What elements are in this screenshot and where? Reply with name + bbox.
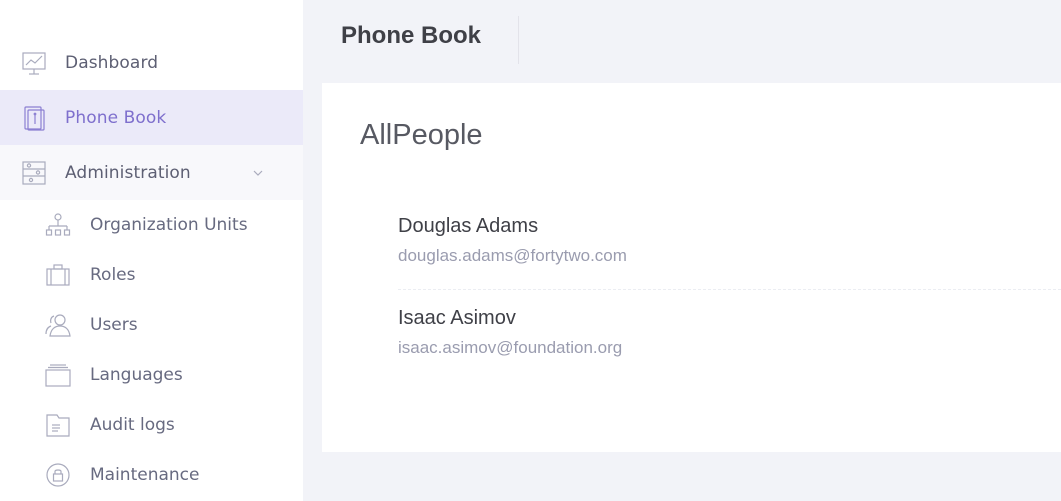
sliders-icon xyxy=(20,159,48,187)
header-divider xyxy=(518,16,519,64)
lock-cycle-icon xyxy=(45,462,71,488)
layers-icon xyxy=(45,362,71,388)
people-card: AllPeople Douglas Adams douglas.adams@fo… xyxy=(322,83,1061,452)
sidebar-item-label: Administration xyxy=(65,162,191,183)
document-icon xyxy=(45,412,71,438)
sidebar-item-maintenance[interactable]: Maintenance xyxy=(0,450,303,500)
briefcase-icon xyxy=(45,262,71,288)
org-tree-icon xyxy=(45,212,71,238)
sidebar-subitem-label: Users xyxy=(90,315,138,335)
sidebar-item-users[interactable]: Users xyxy=(0,300,303,350)
sidebar-subitem-label: Audit logs xyxy=(90,415,175,435)
sidebar-subitem-label: Organization Units xyxy=(90,215,248,235)
person-name: Douglas Adams xyxy=(398,215,539,237)
sidebar-item-organization-units[interactable]: Organization Units xyxy=(0,200,303,250)
sidebar-item-audit-logs[interactable]: Audit logs xyxy=(0,400,303,450)
sidebar-item-languages[interactable]: Languages xyxy=(0,350,303,400)
person-email: isaac.asimov@foundation.org xyxy=(398,338,623,357)
sidebar-subitem-label: Roles xyxy=(90,265,136,285)
card-title: AllPeople xyxy=(360,119,483,151)
person-name: Isaac Asimov xyxy=(398,307,516,329)
sidebar-item-phone-book[interactable]: Phone Book xyxy=(0,90,303,145)
dashboard-chart-icon xyxy=(20,49,48,77)
person-email: douglas.adams@fortytwo.com xyxy=(398,246,627,265)
row-divider xyxy=(398,289,1061,290)
chevron-down-icon[interactable] xyxy=(252,169,264,177)
sidebar-subitem-label: Languages xyxy=(90,365,183,385)
sidebar-item-administration[interactable]: Administration xyxy=(0,145,303,200)
sidebar-subitem-label: Maintenance xyxy=(90,465,200,485)
sidebar-item-label: Dashboard xyxy=(65,52,159,73)
sidebar-item-dashboard[interactable]: Dashboard xyxy=(0,35,303,90)
sidebar-item-roles[interactable]: Roles xyxy=(0,250,303,300)
users-icon xyxy=(45,312,71,338)
sidebar: Dashboard Phone Book Administration Orga… xyxy=(0,0,303,501)
sidebar-item-label: Phone Book xyxy=(65,107,167,128)
phone-book-icon xyxy=(20,104,48,132)
page-title: Phone Book xyxy=(341,22,482,49)
